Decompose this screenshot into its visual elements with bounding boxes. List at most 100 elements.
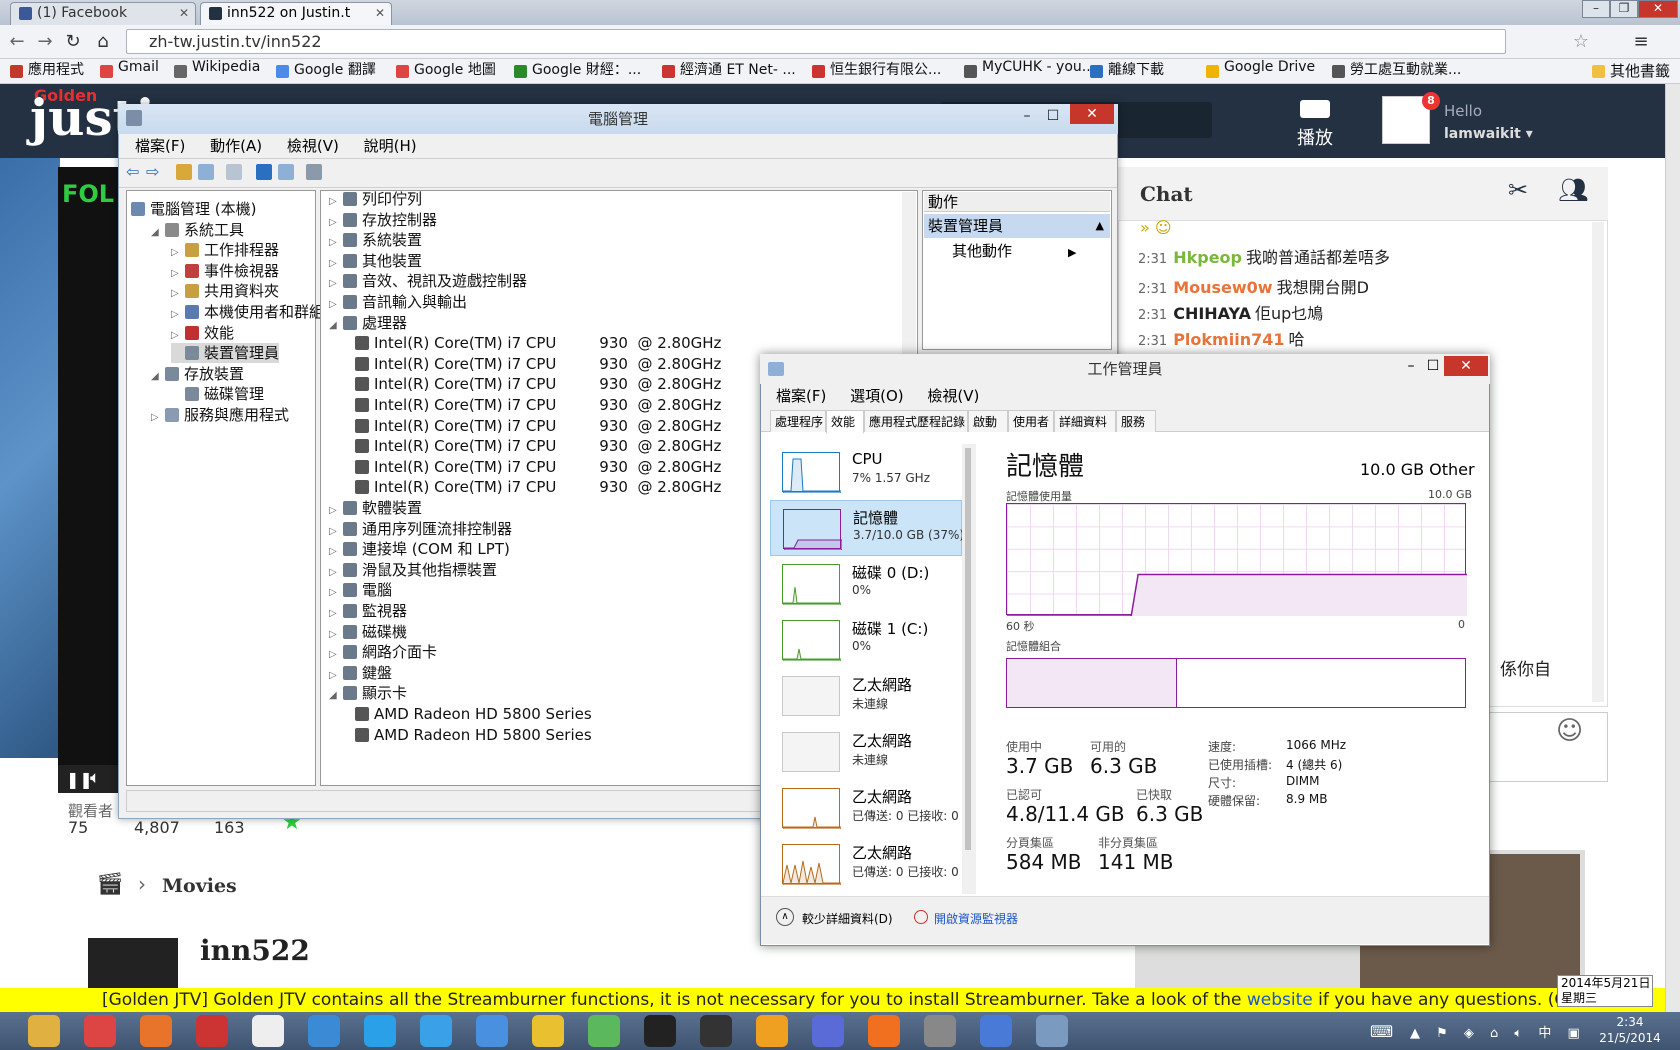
- category-link[interactable]: Movies: [162, 875, 237, 897]
- taskbar-app-icon[interactable]: [532, 1015, 564, 1047]
- perf-item[interactable]: 乙太網路 已傳送: 0 已接收: 0 K: [770, 780, 970, 836]
- smiley-icon[interactable]: ☺: [1556, 716, 1583, 746]
- minimize-button[interactable]: –: [1582, 0, 1610, 18]
- cm-close-button[interactable]: ✕: [1070, 104, 1114, 124]
- back-icon[interactable]: ⇦: [126, 164, 142, 180]
- tree-node[interactable]: ◢ 存放裝置: [151, 364, 244, 387]
- perf-item[interactable]: 乙太網路 已傳送: 0 已接收: 0: [770, 836, 962, 892]
- tab-facebook[interactable]: (1) Facebook ✕: [10, 2, 196, 25]
- tm-tab[interactable]: 使用者: [1008, 410, 1054, 432]
- device-node[interactable]: ▷ 音訊輸入與輸出: [329, 292, 467, 315]
- tm-tab[interactable]: 處理程序: [770, 410, 826, 432]
- taskbar-app-icon[interactable]: [364, 1015, 396, 1047]
- tree-node[interactable]: ▷ 事件檢視器: [171, 261, 279, 284]
- tree-node[interactable]: ▷ 共用資料夾: [171, 281, 279, 304]
- bookmark-item[interactable]: Google 地圖: [396, 59, 496, 79]
- chevron-up-icon[interactable]: ∧: [776, 908, 794, 926]
- actions-device-manager[interactable]: 裝置管理員 ▲: [924, 214, 1110, 238]
- bookmark-item[interactable]: Google Drive: [1206, 59, 1315, 78]
- device-node[interactable]: ▷ 連接埠 (COM 和 LPT): [329, 539, 510, 562]
- maximize-button[interactable]: ❐: [1610, 0, 1638, 18]
- device-node[interactable]: ▷ 監視器: [329, 601, 407, 624]
- reload-icon[interactable]: ↻: [62, 31, 84, 53]
- forward-icon[interactable]: ⇨: [146, 164, 162, 180]
- device-node[interactable]: Intel(R) Core(TM) i7 CPU 930 @ 2.80GHz: [355, 416, 721, 436]
- device-node[interactable]: Intel(R) Core(TM) i7 CPU 930 @ 2.80GHz: [355, 374, 721, 394]
- tm-menu-options[interactable]: 選項(O): [850, 387, 904, 405]
- taskbar-app-icon[interactable]: [308, 1015, 340, 1047]
- taskbar-app-icon[interactable]: [700, 1015, 732, 1047]
- tree-node[interactable]: ▷ 效能: [171, 323, 234, 346]
- help-icon[interactable]: [256, 164, 272, 180]
- expand-arrow-icon[interactable]: ◢: [329, 686, 343, 706]
- volume-icon[interactable]: 🔈︎: [90, 768, 100, 788]
- perf-item[interactable]: 記憶體 3.7/10.0 GB (37%): [770, 500, 964, 556]
- taskbar-app-icon[interactable]: [476, 1015, 508, 1047]
- cm-maximize-button[interactable]: ☐: [1040, 106, 1066, 126]
- device-node[interactable]: ▷ 電腦: [329, 580, 392, 603]
- tree-node[interactable]: ◢ 系統工具: [151, 220, 244, 243]
- perf-item[interactable]: 磁碟 0 (D:) 0%: [770, 556, 962, 612]
- taskbar-app-icon[interactable]: [644, 1015, 676, 1047]
- forward-icon[interactable]: →: [34, 31, 56, 53]
- bookmark-item[interactable]: 經濟通 ET Net- ...: [662, 59, 796, 79]
- export-list-icon[interactable]: [226, 164, 242, 180]
- taskbar-app-icon[interactable]: [812, 1015, 844, 1047]
- tm-tab[interactable]: 效能: [826, 410, 864, 433]
- tree-node[interactable]: ▷ 本機使用者和群組: [171, 302, 324, 325]
- taskbar-app-icon[interactable]: [420, 1015, 452, 1047]
- device-node[interactable]: Intel(R) Core(TM) i7 CPU 930 @ 2.80GHz: [355, 457, 721, 477]
- announcement-bar[interactable]: [Golden JTV] Golden JTV contains all the…: [0, 988, 1665, 1012]
- perf-item[interactable]: 磁碟 1 (C:) 0%: [770, 612, 962, 668]
- keyboard-icon[interactable]: ⌨: [1370, 1022, 1393, 1041]
- tm-maximize-button[interactable]: ☐: [1420, 357, 1446, 375]
- expand-arrow-icon[interactable]: ◢: [151, 223, 165, 243]
- tray-icons[interactable]: ▲ ⚑ ◈ ⌂ 🔈︎ 中 ▣: [1410, 1022, 1586, 1041]
- chat-scrollbar[interactable]: [1592, 222, 1604, 702]
- device-node[interactable]: ▷ 滑鼠及其他指標裝置: [329, 560, 497, 583]
- back-icon[interactable]: ←: [6, 31, 28, 53]
- scrollbar-thumb[interactable]: [965, 448, 971, 850]
- taskbar-app-icon[interactable]: [756, 1015, 788, 1047]
- cm-title-bar[interactable]: 電腦管理: [118, 104, 1118, 134]
- website-link[interactable]: website: [1247, 990, 1313, 1010]
- taskbar-app-icon[interactable]: [1036, 1015, 1068, 1047]
- bookmark-item[interactable]: Google 財經：...: [514, 59, 641, 79]
- users-icon[interactable]: 👥︎: [1558, 176, 1588, 204]
- taskbar-app-icon[interactable]: [980, 1015, 1012, 1047]
- home-icon[interactable]: ⌂: [92, 31, 114, 53]
- device-node[interactable]: Intel(R) Core(TM) i7 CPU 930 @ 2.80GHz: [355, 333, 721, 353]
- cm-minimize-button[interactable]: –: [1014, 106, 1040, 126]
- tm-title-bar[interactable]: 工作管理員: [760, 354, 1490, 384]
- perf-item[interactable]: CPU 7% 1.57 GHz: [770, 444, 962, 500]
- fewer-details-button[interactable]: 較少詳細資料(D): [802, 910, 893, 927]
- tm-close-button[interactable]: ✕: [1444, 356, 1488, 376]
- chat-username[interactable]: Mousew0w: [1173, 278, 1272, 297]
- taskbar-app-icon[interactable]: [140, 1015, 172, 1047]
- device-node[interactable]: ▷ 軟體裝置: [329, 498, 422, 521]
- tm-menu-view[interactable]: 檢視(V): [927, 387, 979, 405]
- bookmark-item[interactable]: MyCUHK - you...: [964, 59, 1095, 78]
- page-scrollbar[interactable]: [1665, 84, 1680, 1012]
- bookmark-item[interactable]: 勞工處互動就業...: [1332, 59, 1461, 79]
- bookmark-item[interactable]: 離線下載: [1090, 59, 1164, 79]
- chat-username[interactable]: CHIHAYA: [1173, 304, 1251, 323]
- menu-action[interactable]: 動作(A): [210, 137, 262, 155]
- taskbar-app-icon[interactable]: [28, 1015, 60, 1047]
- notification-badge[interactable]: 8: [1422, 92, 1440, 110]
- perf-item[interactable]: 乙太網路 未連線: [770, 668, 962, 724]
- expand-arrow-icon[interactable]: ◢: [329, 316, 343, 336]
- show-hide-tree-icon[interactable]: [198, 164, 214, 180]
- device-node[interactable]: Intel(R) Core(TM) i7 CPU 930 @ 2.80GHz: [355, 436, 721, 456]
- tm-menu-file[interactable]: 檔案(F): [776, 387, 826, 405]
- star-icon[interactable]: ☆: [1570, 31, 1592, 53]
- device-node[interactable]: Intel(R) Core(TM) i7 CPU 930 @ 2.80GHz: [355, 395, 721, 415]
- other-bookmarks[interactable]: 其他書籤: [1592, 59, 1670, 83]
- taskbar-app-icon[interactable]: [924, 1015, 956, 1047]
- username-menu[interactable]: lamwaikit ▾: [1444, 126, 1533, 142]
- close-icon[interactable]: ✕: [179, 3, 189, 24]
- close-window-button[interactable]: ✕: [1638, 0, 1678, 18]
- tree-node[interactable]: 磁碟管理: [171, 384, 264, 404]
- taskbar-app-icon[interactable]: [196, 1015, 228, 1047]
- device-node[interactable]: AMD Radeon HD 5800 Series: [355, 725, 592, 745]
